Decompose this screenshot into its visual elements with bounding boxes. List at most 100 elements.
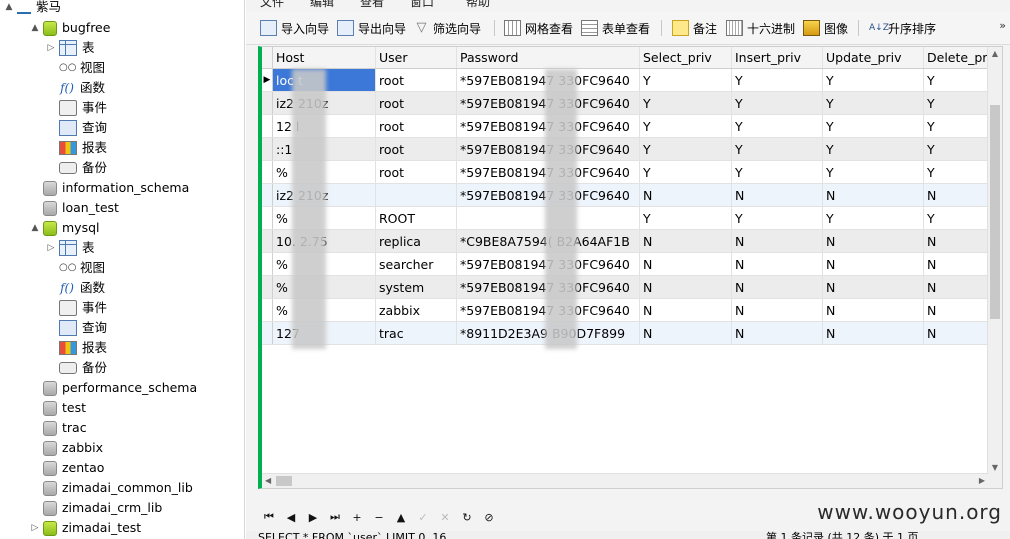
vertical-scrollbar[interactable]: ▲ ▼: [987, 47, 1002, 488]
horizontal-scroll-thumb[interactable]: [276, 476, 292, 486]
table-row[interactable]: % zabbix *597EB081947 330FC9640 N N N N: [262, 298, 1002, 322]
cell-update_priv[interactable]: Y: [822, 206, 924, 230]
cell-host[interactable]: %: [272, 275, 376, 299]
cell-insert_priv[interactable]: N: [731, 229, 823, 253]
tree-db-0[interactable]: ▲ bugfree: [30, 18, 110, 38]
cell-insert_priv[interactable]: Y: [731, 206, 823, 230]
cell-user[interactable]: system: [375, 275, 457, 299]
cell-password[interactable]: *597EB081947 330FC9640: [456, 275, 640, 299]
column-header-user[interactable]: User: [375, 47, 457, 69]
cell-select_priv[interactable]: Y: [639, 137, 732, 161]
cell-select_priv[interactable]: Y: [639, 68, 732, 92]
row-gutter[interactable]: [262, 183, 273, 207]
cell-host[interactable]: iz2 210z: [272, 183, 376, 207]
tree-obj-6[interactable]: 报表: [46, 138, 107, 158]
table-row[interactable]: % system *597EB081947 330FC9640 N N N N: [262, 275, 1002, 299]
cell-update_priv[interactable]: N: [822, 298, 924, 322]
grid-view-button[interactable]: 网格查看: [504, 19, 573, 37]
table-row[interactable]: % root *597EB081947 330FC9640 Y Y Y Y: [262, 160, 1002, 184]
cell-select_priv[interactable]: N: [639, 298, 732, 322]
cell-password[interactable]: *597EB081947 330FC9640: [456, 114, 640, 138]
cell-select_priv[interactable]: Y: [639, 114, 732, 138]
cell-select_priv[interactable]: N: [639, 183, 732, 207]
cell-insert_priv[interactable]: Y: [731, 137, 823, 161]
image-button[interactable]: 图像: [803, 19, 848, 37]
cell-password[interactable]: *C9BE8A7594( B2A64AF1B: [456, 229, 640, 253]
column-header-host[interactable]: Host: [272, 47, 376, 69]
delete-record-icon[interactable]: −: [368, 511, 390, 524]
cell-user[interactable]: root: [375, 68, 457, 92]
tree-db-21[interactable]: zabbix: [30, 438, 103, 458]
row-gutter[interactable]: [262, 160, 273, 184]
cell-user[interactable]: root: [375, 91, 457, 115]
cell-insert_priv[interactable]: N: [731, 252, 823, 276]
tree-obj-16[interactable]: 报表: [46, 338, 107, 358]
cell-password[interactable]: *597EB081947 330FC9640: [456, 68, 640, 92]
table-row[interactable]: iz2 210z root *597EB081947 330FC9640 Y Y Y Y: [262, 91, 1002, 115]
row-gutter[interactable]: [262, 229, 273, 253]
expand-arrow-icon[interactable]: ▲: [4, 0, 14, 17]
table-row[interactable]: % ROOT Y Y Y Y: [262, 206, 1002, 230]
tree-obj-4[interactable]: 事件: [46, 98, 107, 118]
cell-user[interactable]: trac: [375, 321, 457, 345]
up-icon[interactable]: ▲: [390, 511, 412, 524]
tree-db-10[interactable]: ▲ mysql: [30, 218, 100, 238]
tree-obj-14[interactable]: 事件: [46, 298, 107, 318]
menu-edit[interactable]: 编辑: [310, 0, 334, 10]
tree-obj-7[interactable]: 备份: [46, 158, 107, 178]
table-row[interactable]: iz2 210z *597EB081947 330FC9640 N N N N: [262, 183, 1002, 207]
table-row[interactable]: 127 trac *8911D2E3A9 B90D7F899 N N N N: [262, 321, 1002, 345]
tree-db-8[interactable]: information_schema: [30, 178, 189, 198]
table-row[interactable]: % searcher *597EB081947 330FC9640 N N N N: [262, 252, 1002, 276]
sort-ascending-button[interactable]: A↓Z 升序排序: [869, 19, 936, 37]
cell-user[interactable]: root: [375, 137, 457, 161]
cell-select_priv[interactable]: Y: [639, 91, 732, 115]
cell-select_priv[interactable]: N: [639, 275, 732, 299]
scroll-up-icon[interactable]: ▲: [988, 49, 1002, 58]
cell-host[interactable]: %: [272, 298, 376, 322]
stop-icon[interactable]: ⊘: [478, 511, 500, 524]
table-row[interactable]: ::1 root *597EB081947 330FC9640 Y Y Y Y: [262, 137, 1002, 161]
tree-db-24[interactable]: zimadai_crm_lib: [30, 498, 162, 518]
tree-obj-1[interactable]: ▷ 表: [46, 38, 95, 58]
add-record-icon[interactable]: +: [346, 511, 368, 524]
cell-insert_priv[interactable]: N: [731, 183, 823, 207]
tree-obj-5[interactable]: 查询: [46, 118, 107, 138]
cell-user[interactable]: root: [375, 114, 457, 138]
menu-bar[interactable]: 文件 编辑 查看 窗口 帮助: [246, 0, 1010, 10]
menu-view[interactable]: 查看: [360, 0, 384, 10]
cell-update_priv[interactable]: N: [822, 321, 924, 345]
tree-obj-12[interactable]: ○○ 视图: [46, 258, 105, 278]
cell-host[interactable]: 12 l: [272, 114, 376, 138]
cell-host[interactable]: %: [272, 206, 376, 230]
column-header-select_priv[interactable]: Select_priv: [639, 47, 732, 69]
cell-user[interactable]: ROOT: [375, 206, 457, 230]
cell-update_priv[interactable]: Y: [822, 160, 924, 184]
table-row[interactable]: 12 l root *597EB081947 330FC9640 Y Y Y Y: [262, 114, 1002, 138]
tree-obj-2[interactable]: ○○ 视图: [46, 58, 105, 78]
expand-arrow-icon[interactable]: ▷: [30, 518, 40, 538]
vertical-scroll-thumb[interactable]: [990, 105, 1000, 319]
next-record-icon[interactable]: ▶: [302, 511, 324, 524]
cell-update_priv[interactable]: N: [822, 275, 924, 299]
cell-update_priv[interactable]: N: [822, 229, 924, 253]
cell-user[interactable]: root: [375, 160, 457, 184]
table-row[interactable]: ▶ loc t root *597EB081947 330FC9640 Y Y Y Y: [262, 68, 1002, 92]
form-view-button[interactable]: 表单查看: [581, 19, 650, 37]
cell-password[interactable]: *597EB081947 330FC9640: [456, 298, 640, 322]
cell-host[interactable]: ::1: [272, 137, 376, 161]
cell-select_priv[interactable]: Y: [639, 206, 732, 230]
row-gutter[interactable]: [262, 298, 273, 322]
cell-host[interactable]: %: [272, 252, 376, 276]
cell-select_priv[interactable]: Y: [639, 160, 732, 184]
column-header-update_priv[interactable]: Update_priv: [822, 47, 924, 69]
tree-obj-17[interactable]: 备份: [46, 358, 107, 378]
row-gutter[interactable]: [262, 275, 273, 299]
cell-host[interactable]: iz2 210z: [272, 91, 376, 115]
expand-arrow-icon[interactable]: ▲: [30, 218, 40, 238]
cell-host[interactable]: %: [272, 160, 376, 184]
import-wizard-button[interactable]: 导入向导: [260, 19, 329, 37]
tree-obj-15[interactable]: 查询: [46, 318, 107, 338]
tree-obj-3[interactable]: f() 函数: [46, 78, 105, 98]
cell-host[interactable]: loc t: [272, 68, 376, 92]
